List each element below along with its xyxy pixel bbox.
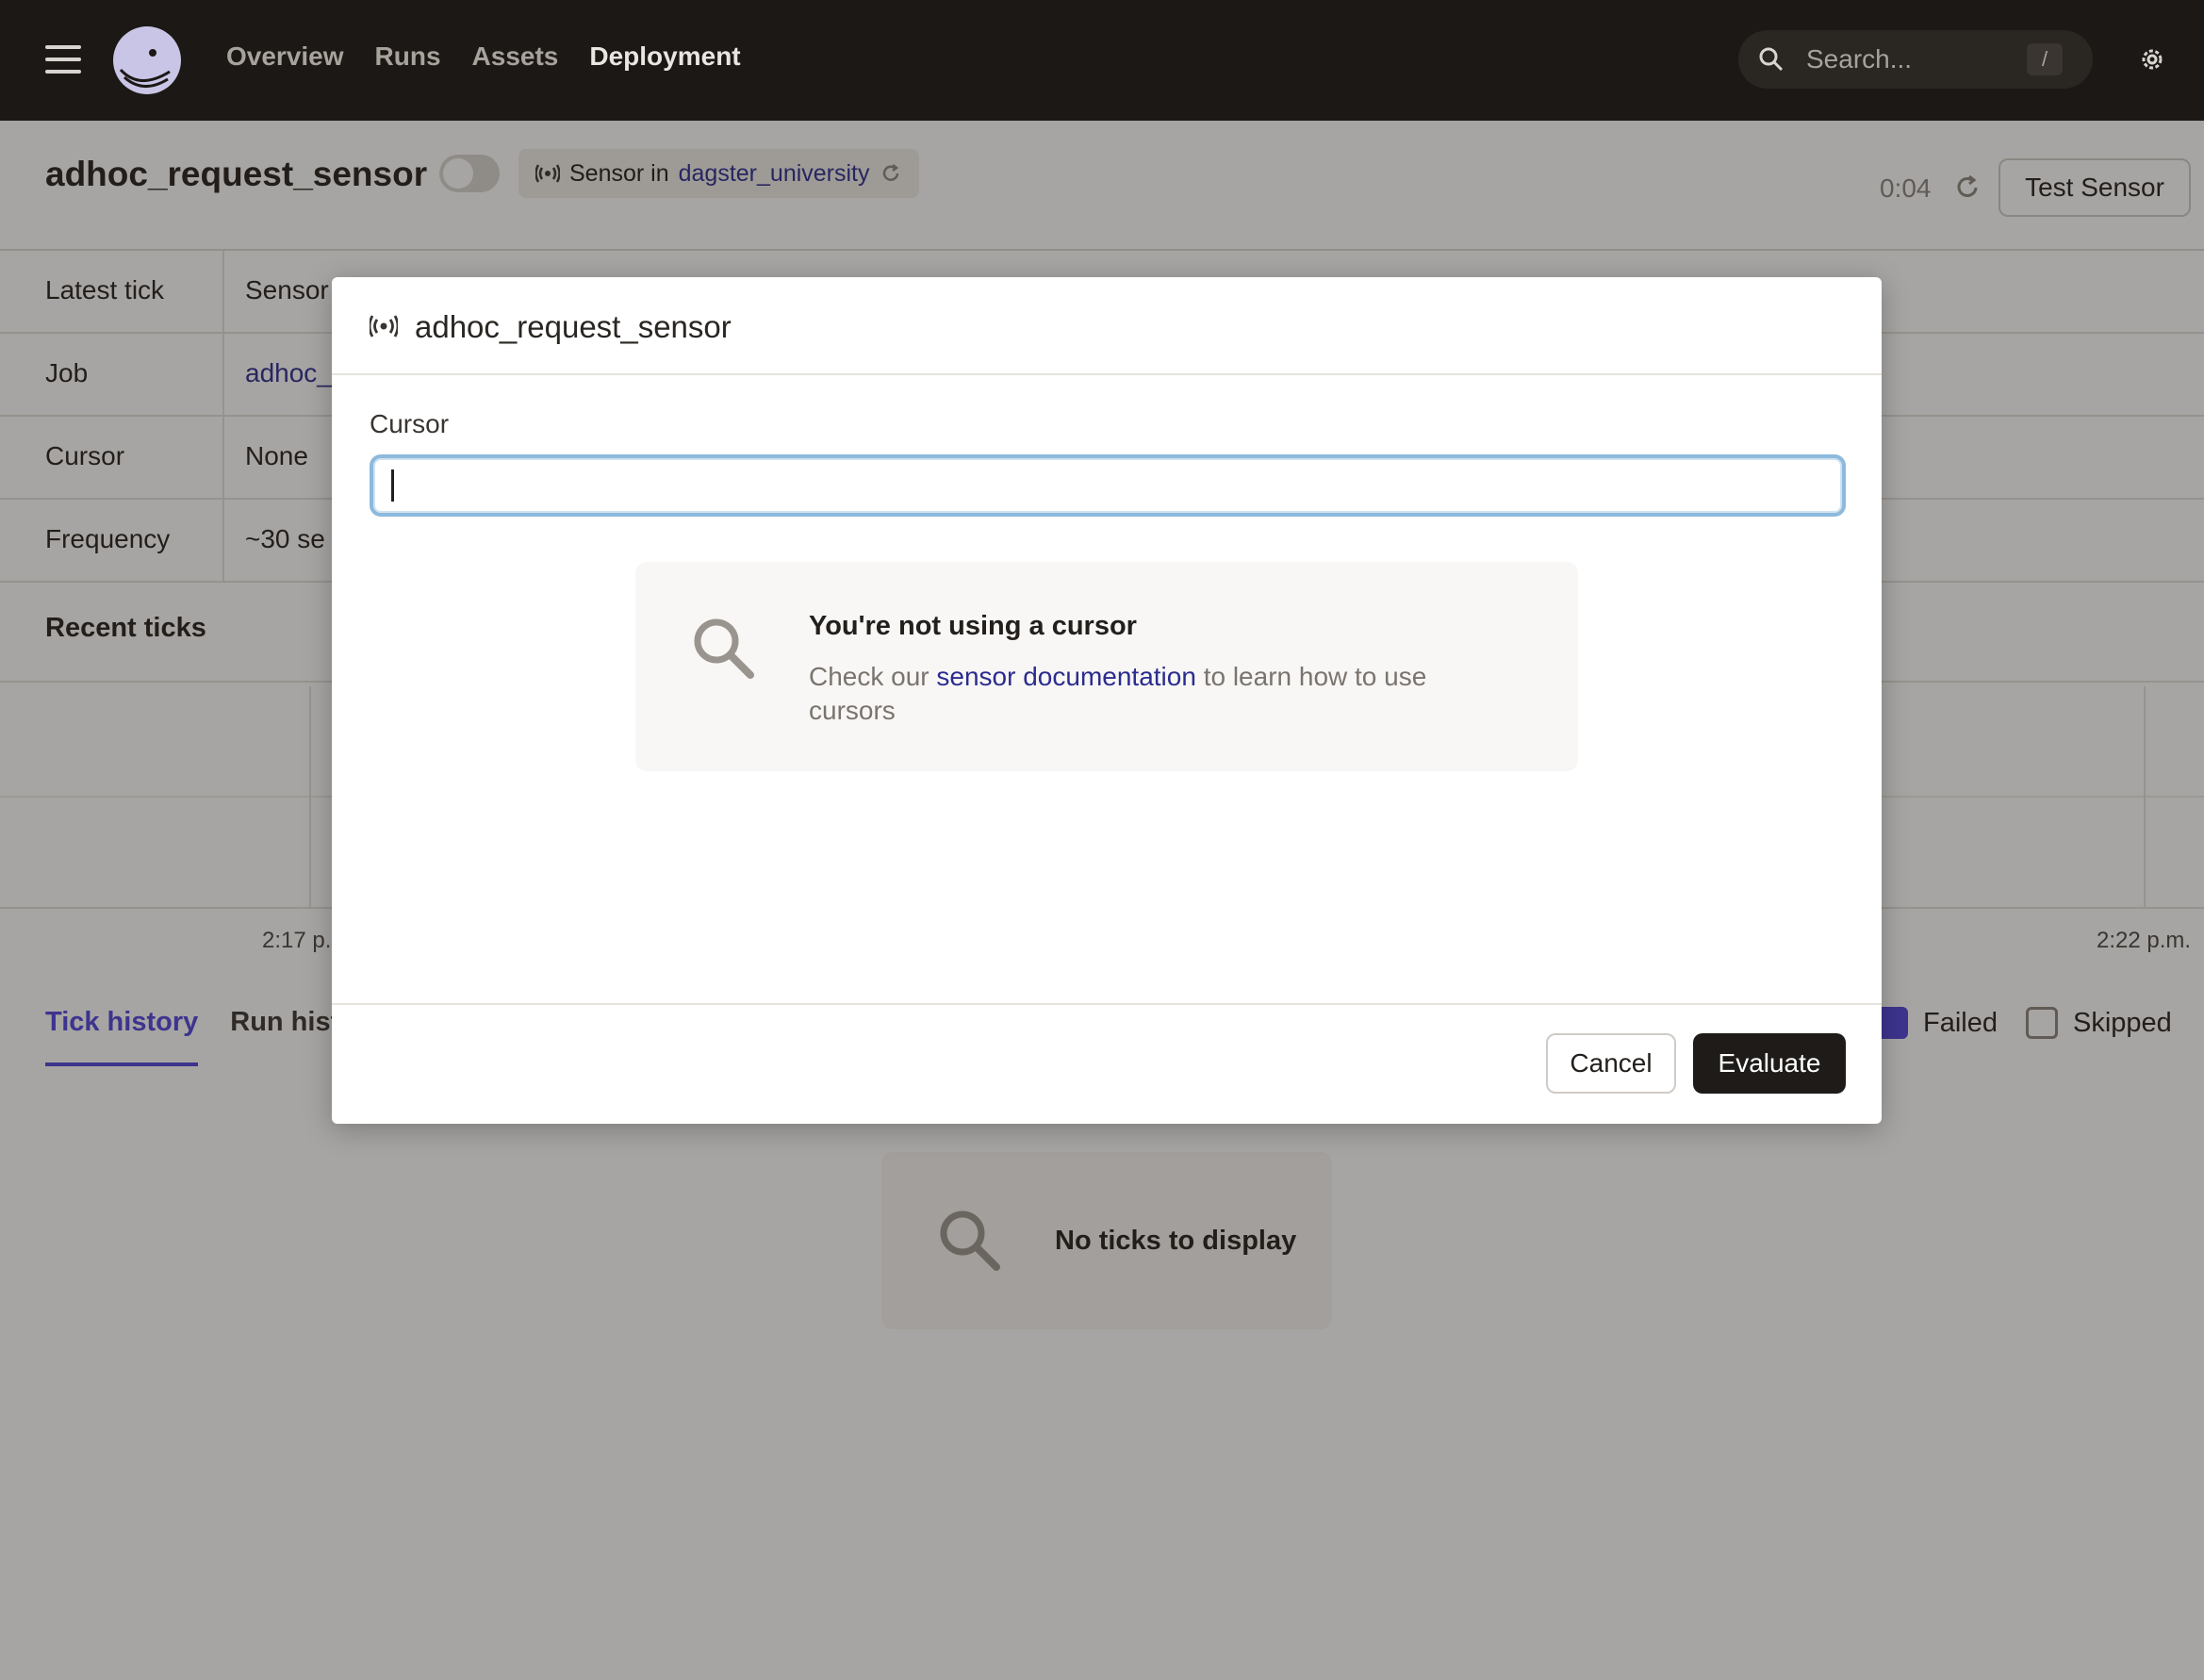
search-shortcut-key: / <box>2027 43 2063 75</box>
main-nav: Overview Runs Assets Deployment <box>226 41 741 72</box>
nav-deployment[interactable]: Deployment <box>589 41 740 72</box>
description-text: Check our <box>809 662 929 691</box>
dialog-footer-divider <box>332 1003 1882 1005</box>
evaluate-button[interactable]: Evaluate <box>1693 1033 1846 1094</box>
sensor-documentation-link[interactable]: sensor documentation <box>936 662 1196 691</box>
search-icon <box>694 618 754 679</box>
dialog-title: adhoc_request_sensor <box>415 309 732 344</box>
evaluate-sensor-dialog: adhoc_request_sensor Cursor You're not u… <box>332 277 1882 1124</box>
search-placeholder: Search... <box>1806 44 1913 74</box>
no-cursor-description: Check our sensor documentation to learn … <box>809 660 1506 728</box>
text-caret <box>391 469 394 502</box>
hamburger-icon[interactable] <box>45 45 81 74</box>
nav-assets[interactable]: Assets <box>472 41 559 72</box>
cancel-button[interactable]: Cancel <box>1546 1033 1676 1094</box>
gear-icon[interactable] <box>2138 45 2166 74</box>
search-icon <box>1759 47 1784 72</box>
top-navigation-bar: Overview Runs Assets Deployment Search..… <box>0 0 2204 121</box>
no-cursor-title: You're not using a cursor <box>809 611 1137 641</box>
global-search[interactable]: Search... / <box>1738 30 2093 89</box>
cursor-input[interactable] <box>370 454 1846 517</box>
no-cursor-notice: You're not using a cursor Check our sens… <box>635 562 1578 771</box>
cursor-field-label: Cursor <box>370 409 450 438</box>
nav-overview[interactable]: Overview <box>226 41 344 72</box>
dagster-logo[interactable] <box>111 25 183 96</box>
nav-runs[interactable]: Runs <box>375 41 441 72</box>
dialog-header: adhoc_request_sensor <box>332 277 1882 375</box>
sensor-icon <box>370 315 398 338</box>
